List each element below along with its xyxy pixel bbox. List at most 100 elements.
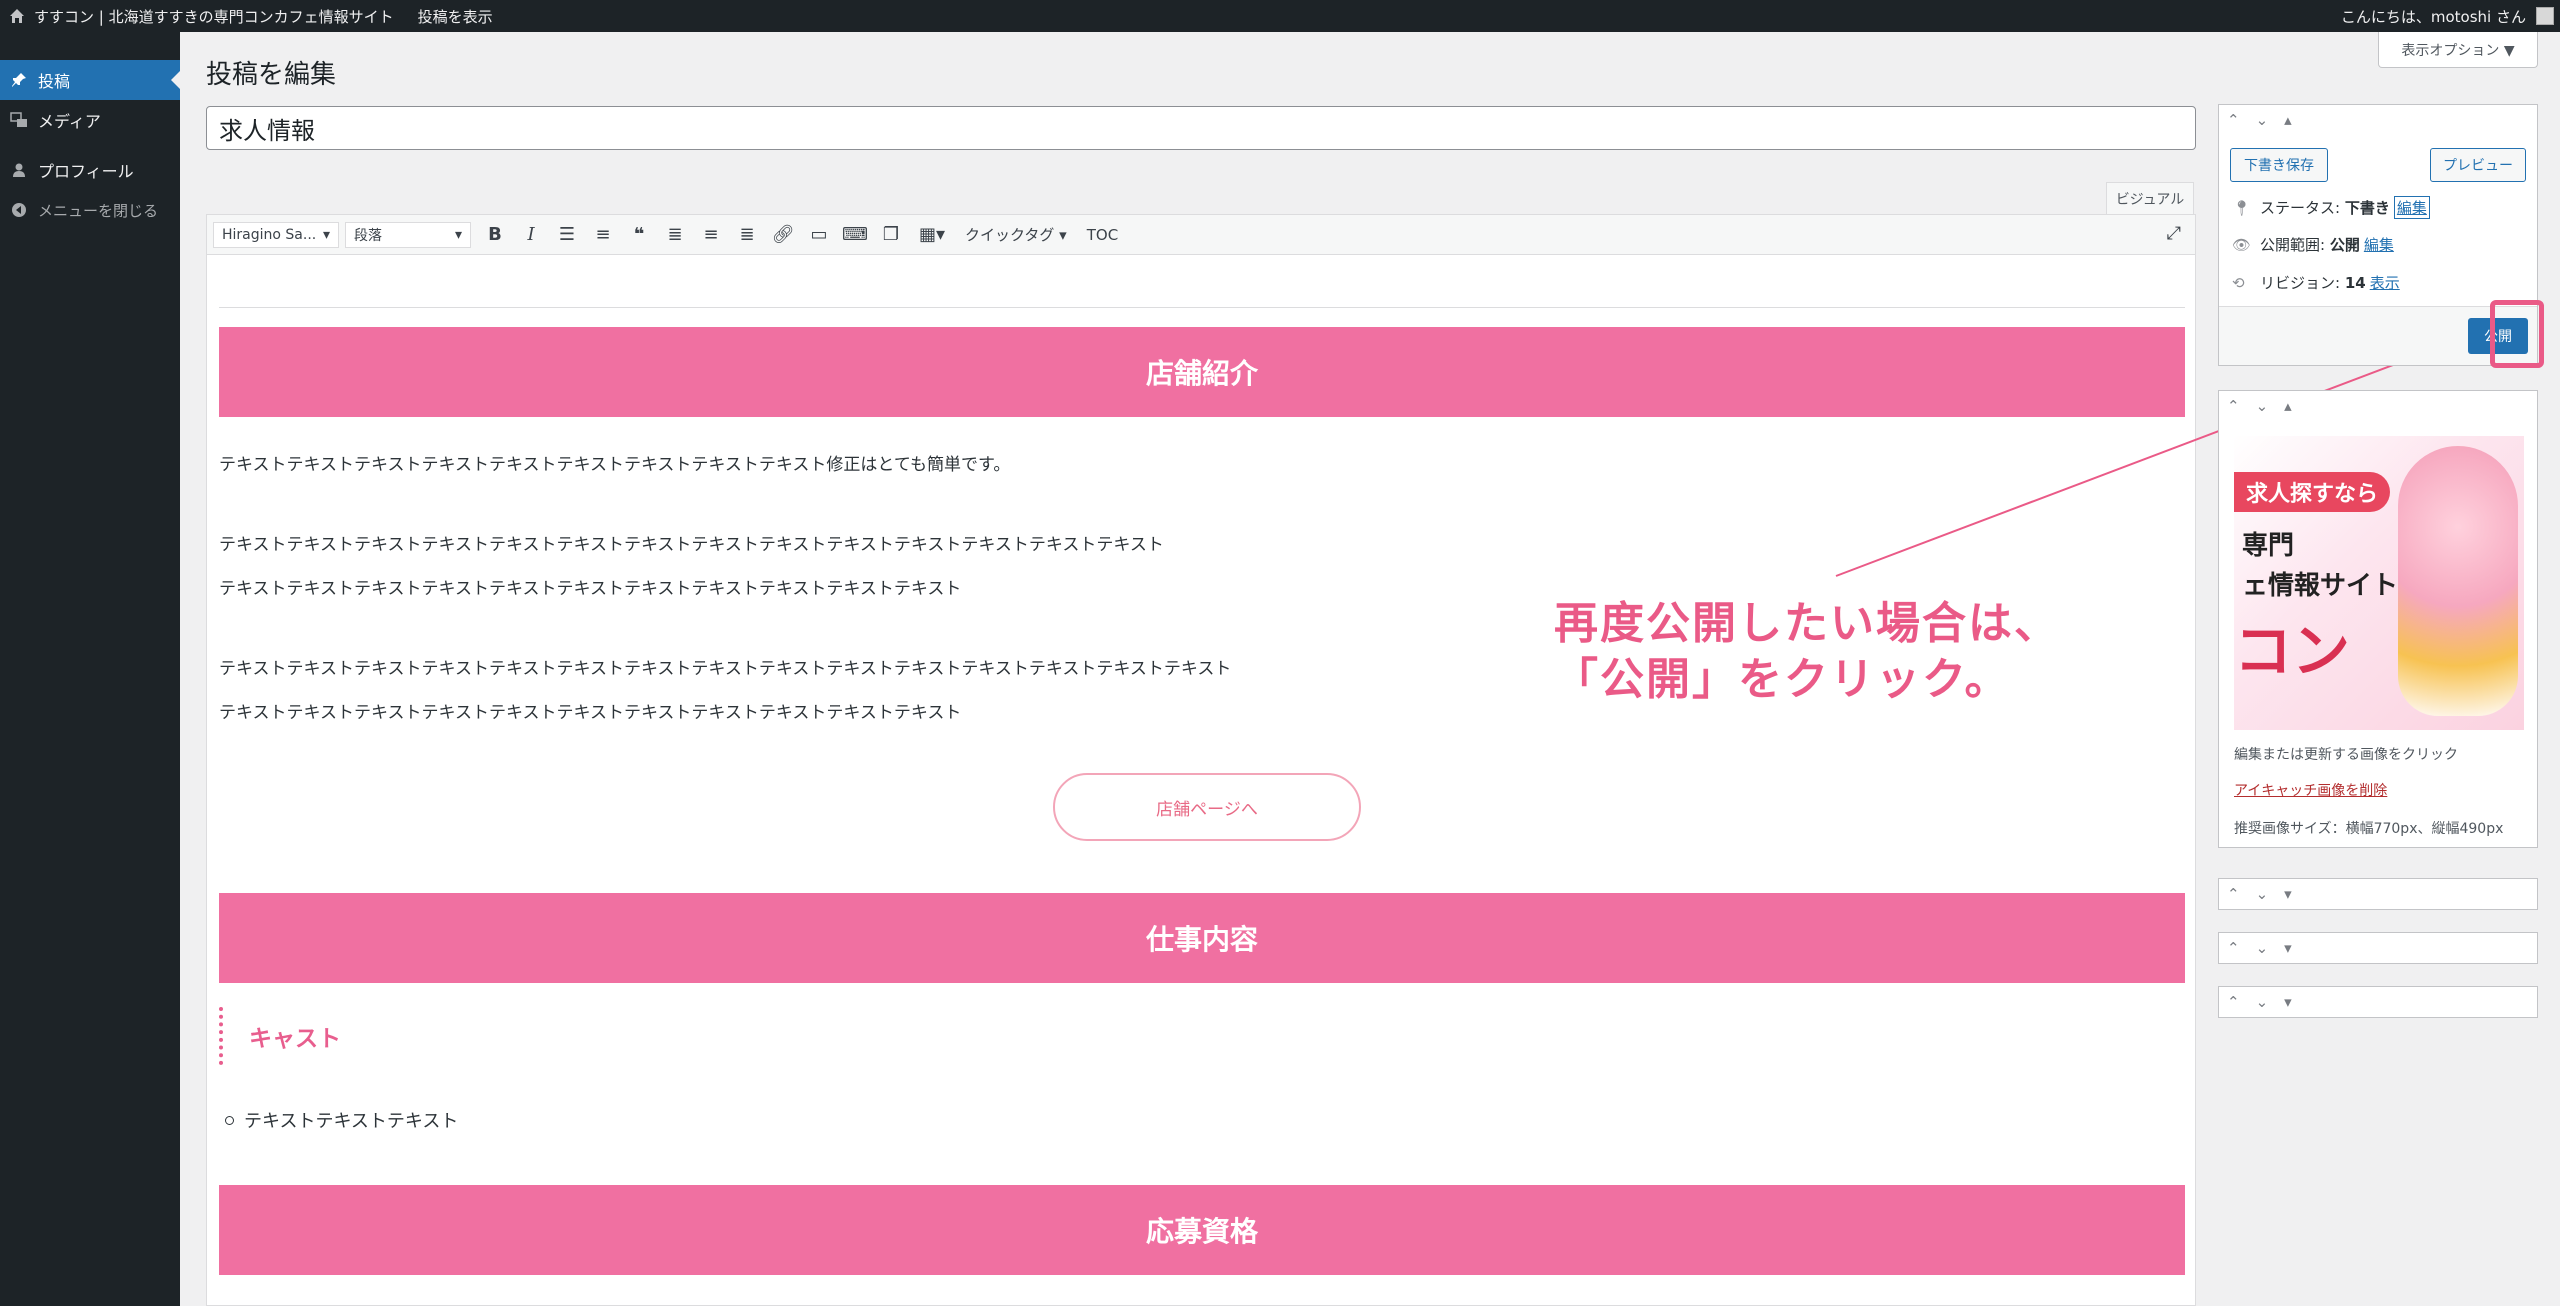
featured-image[interactable]: 求人探すなら 専門 ェ情報サイト コン: [2234, 436, 2524, 730]
eye-icon: 👁︎: [2232, 235, 2252, 254]
recommended-size-text: 推奨画像サイズ：横幅770px、縦幅490px: [2234, 821, 2504, 837]
quicktag-label: クイックタグ: [965, 226, 1055, 244]
visibility-value: 公開: [2329, 236, 2360, 254]
chevron-down-icon[interactable]: ⌄: [2256, 939, 2269, 957]
annotation-line: 再度公開したい場合は、: [1554, 598, 2060, 649]
divider: [219, 307, 2185, 308]
bullet-list-icon[interactable]: ☰: [549, 220, 585, 250]
paragraph: テキストテキストテキストテキストテキストテキストテキストテキストテキスト修正はと…: [219, 455, 1011, 475]
toc-button[interactable]: TOC: [1077, 220, 1128, 250]
font-select-value: Hiragino Sa...: [222, 226, 317, 243]
link-icon[interactable]: 🔗︎: [765, 220, 801, 250]
bold-icon[interactable]: B: [477, 220, 513, 250]
tab-visual[interactable]: ビジュアル: [2106, 182, 2194, 214]
save-draft-button[interactable]: 下書き保存: [2230, 148, 2328, 182]
toggle-icon[interactable]: ▾: [2284, 885, 2292, 903]
revisions-label: リビジョン:: [2260, 274, 2341, 292]
read-more-icon[interactable]: ▭: [801, 220, 837, 250]
sidebar-item-media[interactable]: メディア: [0, 100, 180, 140]
status-row: 📍︎ ステータス: 下書き 編集: [2232, 196, 2430, 219]
fullscreen-icon[interactable]: ⤢: [2167, 223, 2181, 244]
copy-icon[interactable]: ❐: [873, 220, 909, 250]
toggle-icon[interactable]: ▴: [2284, 397, 2292, 415]
annotation-text: 再度公開したい場合は、 「公開」をクリック。: [1554, 596, 2060, 708]
store-page-button[interactable]: 店舗ページへ: [1053, 773, 1361, 841]
chevron-down-icon[interactable]: ⌄: [2256, 885, 2269, 903]
section-heading: 店舗紹介: [219, 327, 2185, 417]
site-name-link[interactable]: すすコン | 北海道すすきの専門コンカフェ情報サイト: [34, 6, 394, 27]
align-right-icon[interactable]: ≣: [729, 220, 765, 250]
chevron-up-icon[interactable]: ⌃: [2227, 939, 2240, 957]
sidebar-collapse-menu[interactable]: メニューを閉じる: [0, 190, 180, 230]
screen-options-button[interactable]: 表示オプション ▼: [2378, 32, 2538, 68]
align-center-icon[interactable]: ≡: [693, 220, 729, 250]
visibility-row: 👁︎ 公開範囲: 公開 編集: [2232, 234, 2394, 255]
table-icon[interactable]: ▦▾: [909, 220, 955, 250]
metabox-arrows[interactable]: ⌃ ⌄ ▾: [2227, 939, 2292, 957]
featured-image-text-line: ェ情報サイト: [2242, 571, 2399, 601]
toggle-icon[interactable]: ▾: [2284, 939, 2292, 957]
publish-highlight-frame: [2490, 300, 2544, 368]
toggle-icon[interactable]: ▴: [2284, 111, 2292, 129]
metabox-arrows[interactable]: ⌃ ⌄ ▾: [2227, 993, 2292, 1011]
editor-toolbar: Hiragino Sa... ▾ 段落 ▾ B I ☰ ≡ ❝ ≣ ≡ ≣ 🔗︎ ▭…: [207, 215, 2195, 255]
quicktag-dropdown[interactable]: クイックタグ ▾: [955, 220, 1077, 250]
chevron-up-icon[interactable]: ⌃: [2227, 111, 2240, 129]
status-value: 下書き: [2344, 199, 2390, 217]
metabox-arrows[interactable]: ⌃ ⌄ ▴: [2227, 111, 2292, 129]
format-select[interactable]: 段落 ▾: [345, 221, 471, 248]
chevron-up-icon[interactable]: ⌃: [2227, 397, 2240, 415]
paragraph: テキストテキストテキストテキストテキストテキストテキストテキストテキストテキスト…: [219, 703, 962, 723]
visibility-label: 公開範囲:: [2260, 236, 2326, 254]
sidebar-item-posts[interactable]: 投稿: [0, 60, 180, 100]
collapse-icon: [0, 202, 38, 218]
list-item: テキストテキストテキスト: [225, 1107, 458, 1133]
chevron-down-icon[interactable]: ⌄: [2256, 111, 2269, 129]
align-left-icon[interactable]: ≣: [657, 220, 693, 250]
chevron-down-icon[interactable]: ⌄: [2256, 397, 2269, 415]
italic-icon[interactable]: I: [513, 220, 549, 250]
featured-image-text: 求人探すなら: [2234, 472, 2391, 512]
sidebar-item-label: メニューを閉じる: [38, 201, 159, 220]
chevron-up-icon[interactable]: ⌃: [2227, 885, 2240, 903]
toggle-icon[interactable]: ▾: [2284, 993, 2292, 1011]
history-icon: ⟲: [2232, 273, 2245, 292]
chevron-down-icon: ▾: [322, 226, 330, 243]
status-label: ステータス:: [2260, 199, 2341, 217]
sidebar-item-label: メディア: [38, 112, 101, 131]
numbered-list-icon[interactable]: ≡: [585, 220, 621, 250]
user-greeting[interactable]: こんにちは、motoshi さん: [2341, 0, 2526, 32]
chevron-up-icon[interactable]: ⌃: [2227, 993, 2240, 1011]
section-heading: 仕事内容: [219, 893, 2185, 983]
metabox-arrows[interactable]: ⌃ ⌄ ▴: [2227, 397, 2292, 415]
sidebar-item-profile[interactable]: プロフィール: [0, 150, 180, 190]
cast-heading: キャスト: [219, 1007, 341, 1065]
post-title-input[interactable]: [206, 106, 2196, 150]
sidebar-item-label: 投稿: [38, 72, 71, 91]
pin-icon: [0, 72, 38, 88]
chevron-down-icon[interactable]: ⌄: [2256, 993, 2269, 1011]
status-edit-link[interactable]: 編集: [2393, 196, 2430, 219]
preview-button[interactable]: プレビュー: [2430, 148, 2526, 182]
remove-featured-image-link[interactable]: アイキャッチ画像を削除: [2234, 780, 2387, 800]
section-heading: 応募資格: [219, 1185, 2185, 1275]
keyboard-icon[interactable]: ⌨: [837, 220, 873, 250]
revisions-row: ⟲ リビジョン: 14 表示: [2232, 272, 2400, 293]
media-icon: [0, 111, 38, 129]
featured-image-hint: 編集または更新する画像をクリック: [2234, 747, 2458, 763]
revisions-link[interactable]: 表示: [2370, 272, 2400, 293]
home-icon[interactable]: [0, 0, 34, 32]
format-select-value: 段落: [354, 227, 382, 244]
font-family-select[interactable]: Hiragino Sa... ▾: [213, 221, 339, 248]
paragraph: テキストテキストテキストテキストテキストテキストテキストテキストテキストテキスト…: [219, 659, 1232, 679]
featured-image-text: 専門 ェ情報サイト: [2242, 526, 2398, 606]
visibility-edit-link[interactable]: 編集: [2364, 234, 2394, 255]
paragraph: テキストテキストテキストテキストテキストテキストテキストテキストテキストテキスト…: [219, 535, 1164, 555]
avatar[interactable]: [2536, 7, 2554, 25]
page-title: 投稿を編集: [206, 60, 337, 90]
view-post-link[interactable]: 投稿を表示: [418, 6, 493, 27]
metabox-arrows[interactable]: ⌃ ⌄ ▾: [2227, 885, 2292, 903]
collapsed-metabox: ⌃ ⌄ ▾: [2218, 878, 2538, 910]
blockquote-icon[interactable]: ❝: [621, 220, 657, 250]
featured-image-text-line: 専門: [2242, 531, 2295, 561]
